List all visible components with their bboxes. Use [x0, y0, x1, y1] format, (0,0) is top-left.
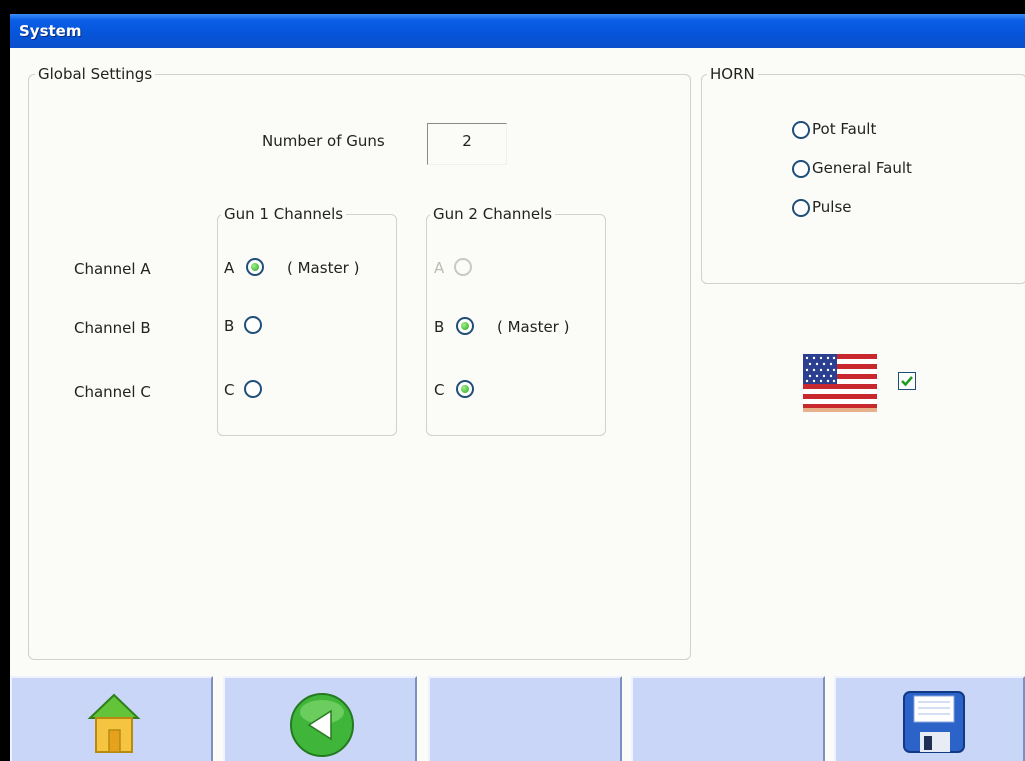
gun1-channel-c-radio[interactable] — [244, 380, 262, 398]
save-button[interactable] — [834, 676, 1025, 761]
checkmark-icon — [901, 376, 913, 387]
home-button[interactable] — [10, 676, 213, 761]
number-of-guns-label: Number of Guns — [262, 132, 385, 150]
number-of-guns-field[interactable]: 2 — [427, 123, 507, 165]
horn-legend: HORN — [707, 65, 758, 83]
gun2-letter-c: C — [434, 381, 445, 399]
gun2-channel-a-radio — [454, 258, 472, 276]
channel-b-label: Channel B — [74, 319, 151, 337]
title-bar: System — [10, 14, 1025, 48]
window-title: System — [19, 22, 82, 40]
horn-pot-fault-radio[interactable] — [792, 121, 810, 139]
horn-pulse-label: Pulse — [812, 198, 852, 216]
horn-pulse-radio[interactable] — [792, 199, 810, 217]
save-disk-icon — [903, 691, 965, 753]
system-window: System Global Settings Number of Guns 2 … — [10, 14, 1025, 761]
global-settings-legend: Global Settings — [35, 65, 156, 83]
gun2-letter-a: A — [434, 259, 445, 277]
gun1-master-note: ( Master ) — [287, 259, 360, 277]
toolbar-button-3[interactable] — [428, 676, 622, 761]
us-flag-icon[interactable] — [803, 354, 877, 412]
gun2-channels-legend: Gun 2 Channels — [430, 205, 556, 223]
back-arrow-icon — [290, 693, 354, 757]
horn-pot-fault-label: Pot Fault — [812, 120, 877, 138]
back-button[interactable] — [223, 676, 417, 761]
gun1-letter-c: C — [224, 381, 235, 399]
horn-group: HORN — [701, 65, 1025, 284]
gun1-letter-a: A — [224, 259, 235, 277]
gun2-letter-b: B — [434, 318, 445, 336]
channel-c-label: Channel C — [74, 383, 151, 401]
gun2-master-note: ( Master ) — [497, 318, 570, 336]
channel-a-label: Channel A — [74, 260, 151, 278]
gun2-channel-b-radio[interactable] — [456, 317, 474, 335]
number-of-guns-value: 2 — [462, 132, 472, 150]
horn-general-fault-label: General Fault — [812, 159, 912, 177]
gun1-letter-b: B — [224, 317, 235, 335]
language-checkbox[interactable] — [898, 372, 916, 390]
toolbar-button-4[interactable] — [631, 676, 825, 761]
gun1-channel-a-radio[interactable] — [246, 258, 264, 276]
gun2-channel-c-radio[interactable] — [456, 380, 474, 398]
gun1-channels-legend: Gun 1 Channels — [221, 205, 347, 223]
horn-general-fault-radio[interactable] — [792, 160, 810, 178]
gun1-channel-b-radio[interactable] — [244, 316, 262, 334]
home-icon — [87, 693, 141, 753]
